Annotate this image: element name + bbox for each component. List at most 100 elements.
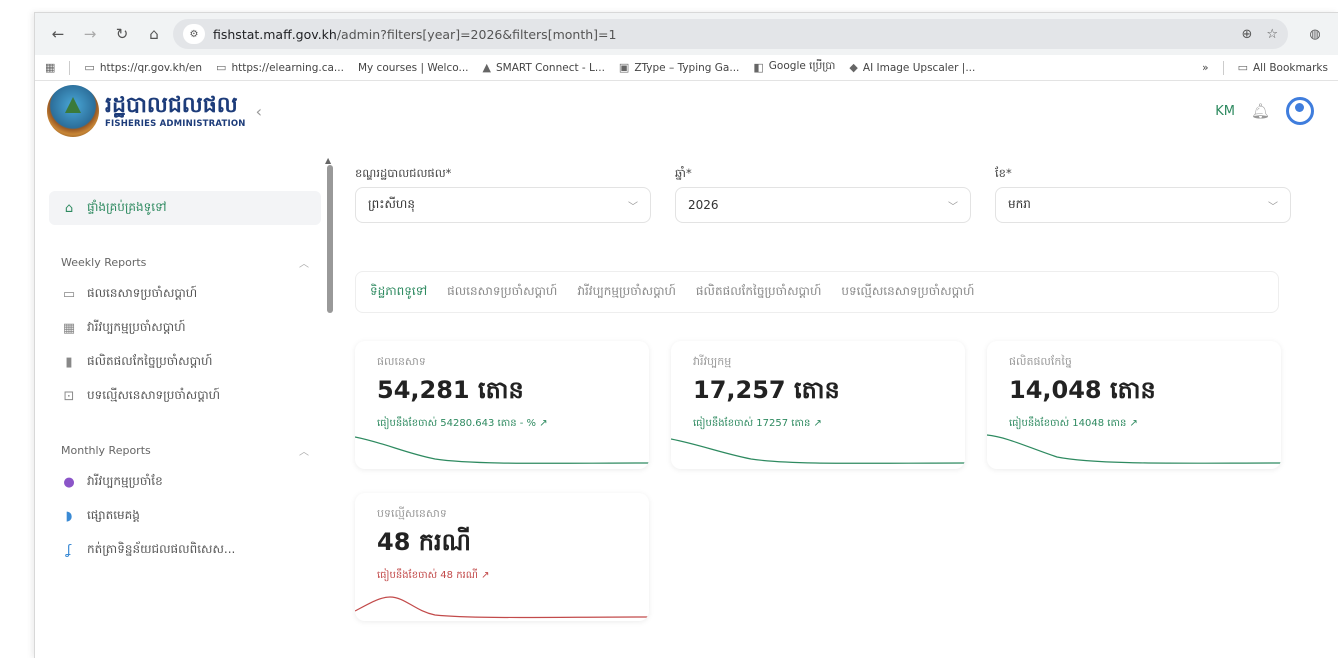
filter-year-label: ឆ្នាំ* [675, 166, 692, 180]
card-label: វារីវប្បកម្ម [693, 355, 732, 368]
monthly-reports-section[interactable]: Monthly Reports ︿ [49, 435, 321, 465]
aquaculture-icon: ● [63, 474, 75, 490]
bookmark-item[interactable]: ▭ https://qr.gov.kh/en [84, 61, 202, 74]
calendar-grid-icon: ▦ [62, 320, 76, 336]
processing-icon: ▮ [65, 354, 73, 370]
filter-month: ខែ* មករា ﹀ [995, 163, 1291, 223]
url-host: fishstat.maff.gov.kh [213, 26, 337, 42]
chevron-up-icon: ︿ [299, 258, 309, 270]
sidebar-item-weekly-catch[interactable]: ▭ ផលនេសាទប្រចាំសប្តាហ៍ [49, 277, 321, 311]
fisheries-logo [47, 85, 99, 137]
google-translate-icon: ◧ [753, 61, 764, 74]
bookmark-item[interactable]: ▲ SMART Connect - L... [483, 61, 605, 74]
main-content: ខណ្ឌរដ្ឋបាលជលផល* ព្រះសីហនុ ﹀ ឆ្នាំ* 2026… [355, 163, 1338, 658]
sidebar-item-dashboard[interactable]: ⌂ ផ្ទាំងគ្រប់គ្រងទូទៅ [49, 191, 321, 225]
card-value: 54,281 តោន [377, 376, 524, 404]
bookmarks-divider [69, 60, 71, 75]
tab-weekly-processing[interactable]: ផលិតផលកែច្នៃប្រចាំសប្តាហ៍ [696, 283, 821, 301]
logo-khmer: រដ្ឋបាលជលផល [105, 93, 238, 118]
calendar-icon: ▭ [62, 286, 76, 302]
stat-card-catch[interactable]: ផលនេសាទ 54,281 តោន ធៀបនឹងខែចាស់ 54280.64… [355, 341, 649, 469]
folder-icon: ▭ [84, 61, 95, 74]
sidebar-item-monthly-aquaculture[interactable]: ● វារីវប្បកម្មប្រចាំខែ [49, 465, 321, 499]
fishing-hook-icon: ʆ [66, 542, 72, 558]
chevron-up-icon: ︿ [299, 446, 309, 458]
chevron-down-icon: ﹀ [948, 201, 958, 213]
reload-icon[interactable]: ↻ [109, 21, 135, 47]
bookmarks-divider [1222, 60, 1224, 75]
sparkline-icon [987, 434, 1281, 464]
admin-select[interactable]: ព្រះសីហនុ ﹀ [355, 187, 651, 223]
stat-cards: ផលនេសាទ 54,281 តោន ធៀបនឹងខែចាស់ 54280.64… [355, 341, 1338, 621]
address-bar[interactable]: ⚙ fishstat.maff.gov.kh/admin?filters[yea… [173, 19, 1288, 49]
smart-connect-icon: ▲ [482, 61, 491, 74]
browser-toolbar: ← → ↻ ⌂ ⚙ fishstat.maff.gov.kh/admin?fil… [35, 13, 1338, 55]
filter-admin-label: ខណ្ឌរដ្ឋបាលជលផល* [355, 166, 452, 180]
bookmarks-bar: ▦ ▭ https://qr.gov.kh/en ▭ https://elearni… [35, 55, 1338, 81]
stat-card-violations[interactable]: បទល្មើសនេសាទ 48 ករណី ធៀបនឹងខែចាស់ 48 ករណ… [355, 493, 649, 621]
tab-weekly-catch[interactable]: ផលនេសាទប្រចាំសប្តាហ៍ [447, 283, 557, 301]
card-label: ផលិតផលកែច្នៃ [1009, 355, 1072, 368]
sparkline-icon [671, 438, 965, 464]
bookmark-item[interactable]: My courses | Welco... [358, 62, 469, 74]
logo-text: រដ្ឋបាលជលផល FISHERIES ADMINISTRATION [105, 93, 246, 129]
home-icon[interactable]: ⌂ [141, 21, 167, 47]
filter-row: ខណ្ឌរដ្ឋបាលជលផល* ព្រះសីហនុ ﹀ ឆ្នាំ* 2026… [355, 163, 1338, 223]
tab-weekly-aquaculture[interactable]: វារីវប្បកម្មប្រចាំសប្តាហ៍ [577, 283, 676, 301]
weekly-reports-section[interactable]: Weekly Reports ︿ [49, 247, 321, 277]
sidebar-item-weekly-aquaculture[interactable]: ▦ វារីវប្បកម្មប្រចាំសប្តាហ៍ [49, 311, 321, 345]
folder-icon: ▭ [216, 61, 227, 74]
zoom-icon[interactable]: ⊕ [1241, 27, 1252, 42]
apps-grid-icon[interactable]: ▦ [45, 61, 55, 74]
bookmark-item[interactable]: ▭ https://elearning.ca... [216, 61, 344, 74]
language-switch[interactable]: KM [1215, 104, 1235, 119]
tab-overview[interactable]: ទិដ្ឋភាពទូទៅ [370, 283, 427, 301]
month-select[interactable]: មករា ﹀ [995, 187, 1291, 223]
chevron-down-icon: ﹀ [628, 201, 638, 213]
stat-card-processing[interactable]: ផលិតផលកែច្នៃ 14,048 តោន ធៀបនឹងខែចាស់ 140… [987, 341, 1281, 469]
filter-year: ឆ្នាំ* 2026 ﹀ [675, 163, 971, 223]
ai-upscaler-icon: ◆ [849, 61, 858, 74]
url-path: /admin?filters[year]=2026&filters[month]… [336, 26, 617, 42]
year-select[interactable]: 2026 ﹀ [675, 187, 971, 223]
user-avatar-icon[interactable] [1286, 97, 1314, 125]
ztype-icon: ▣ [618, 61, 630, 74]
bell-icon[interactable]: 🔔︎ [1251, 102, 1270, 120]
folder-icon: ▭ [1237, 61, 1248, 74]
sidebar-item-weekly-processing[interactable]: ▮ ផលិតផលកែច្នៃប្រចាំសប្តាហ៍ [49, 345, 321, 379]
dolphin-icon: ◗ [65, 508, 73, 524]
all-bookmarks-button[interactable]: ▭ All Bookmarks [1238, 61, 1328, 74]
filter-month-label: ខែ* [995, 166, 1012, 180]
card-label: បទល្មើសនេសាទ [377, 507, 447, 520]
forward-icon[interactable]: → [77, 21, 103, 47]
stat-card-aquaculture[interactable]: វារីវប្បកម្ម 17,257 តោន ធៀបនឹងខែចាស់ 172… [671, 341, 965, 469]
filter-admin: ខណ្ឌរដ្ឋបាលជលផល* ព្រះសីហនុ ﹀ [355, 163, 651, 223]
sidebar-item-weekly-violations[interactable]: ⊡ បទល្មើសនេសាទប្រចាំសប្តាហ៍ [49, 379, 321, 413]
violation-icon: ⊡ [63, 388, 75, 404]
report-tabs: ទិដ្ឋភាពទូទៅ ផលនេសាទប្រចាំសប្តាហ៍ វារីវប… [355, 271, 1279, 313]
bookmark-star-icon[interactable]: ☆ [1266, 27, 1278, 42]
app-header: រដ្ឋបាលជលផល FISHERIES ADMINISTRATION ‹ K… [35, 81, 1338, 141]
bookmark-item[interactable]: ▣ ZType – Typing Ga... [619, 61, 739, 74]
house-icon: ⌂ [64, 200, 74, 216]
browser-window: ← → ↻ ⌂ ⚙ fishstat.maff.gov.kh/admin?fil… [34, 12, 1338, 658]
site-info-icon[interactable]: ⚙ [183, 24, 205, 44]
back-icon[interactable]: ← [45, 21, 71, 47]
chevron-down-icon: ﹀ [1268, 201, 1278, 213]
card-label: ផលនេសាទ [377, 355, 426, 368]
logo-english: FISHERIES ADMINISTRATION [105, 119, 246, 129]
sidebar: ⌂ ផ្ទាំងគ្រប់គ្រងទូទៅ Weekly Reports ︿ ▭… [35, 163, 335, 658]
card-value: 17,257 តោន [693, 376, 840, 404]
card-value: 14,048 តោន [1009, 376, 1156, 404]
sparkline-icon [355, 436, 649, 464]
sidebar-item-special-records[interactable]: ʆ កត់ត្រាទិន្នន័យជលផលពិសេស... [49, 533, 321, 567]
extension-icon[interactable]: ◍ [1302, 21, 1328, 47]
bookmark-item[interactable]: ◆ AI Image Upscaler |... [849, 61, 975, 74]
tab-weekly-violations[interactable]: បទល្មើសនេសាទប្រចាំសប្តាហ៍ [841, 283, 974, 301]
sparkline-icon [355, 596, 649, 619]
card-value: 48 ករណី [377, 528, 471, 556]
sidebar-item-mekong-dolphin[interactable]: ◗ ផ្សោតមេគង្គ [49, 499, 321, 533]
bookmark-item[interactable]: ◧ Google ប្រើប្រា [753, 60, 835, 75]
collapse-sidebar-icon[interactable]: ‹ [256, 102, 262, 121]
more-bookmarks-button[interactable]: » [1202, 62, 1208, 74]
